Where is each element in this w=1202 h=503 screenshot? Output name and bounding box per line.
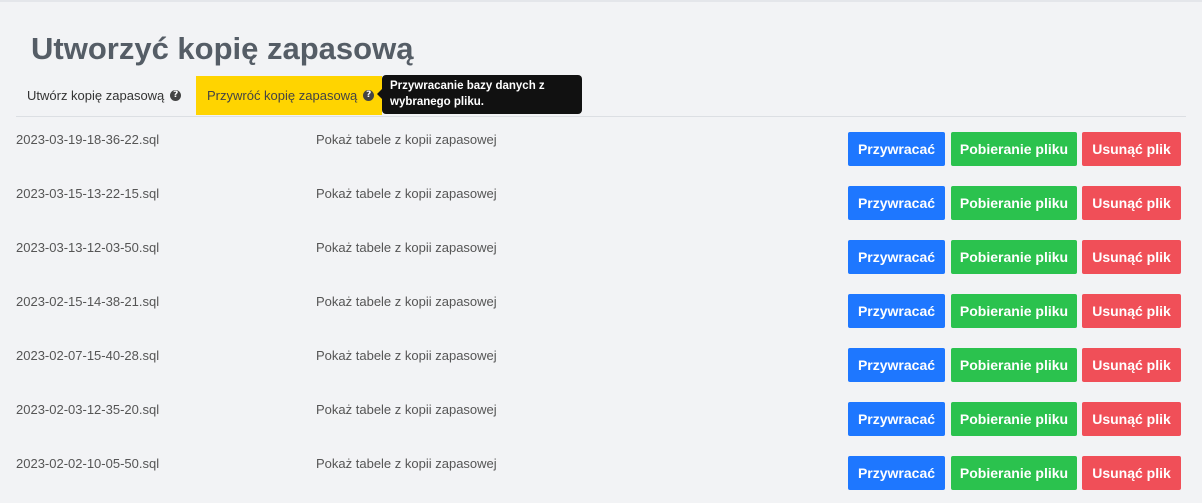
download-file-button[interactable]: Pobieranie pliku	[951, 456, 1077, 490]
show-tables-link[interactable]: Pokaż tabele z kopii zapasowej	[316, 402, 497, 417]
top-divider	[0, 0, 1202, 2]
backup-row: 2023-03-15-13-22-15.sql Pokaż tabele z ko…	[0, 171, 1202, 225]
show-tables-link[interactable]: Pokaż tabele z kopii zapasowej	[316, 186, 497, 201]
delete-file-button[interactable]: Usunąć plik	[1082, 186, 1181, 220]
restore-button[interactable]: Przywracać	[848, 402, 945, 436]
download-file-button[interactable]: Pobieranie pliku	[951, 240, 1077, 274]
restore-button[interactable]: Przywracać	[848, 294, 945, 328]
show-tables-link[interactable]: Pokaż tabele z kopii zapasowej	[316, 294, 497, 309]
backup-row: 2023-02-03-12-35-20.sql Pokaż tabele z ko…	[0, 387, 1202, 441]
download-file-button[interactable]: Pobieranie pliku	[951, 348, 1077, 382]
restore-help-tooltip: Przywracanie bazy danych z wybranego pli…	[377, 75, 582, 114]
tab-restore-backup-label: Przywróć kopię zapasową	[207, 88, 358, 103]
show-tables-link[interactable]: Pokaż tabele z kopii zapasowej	[316, 348, 497, 363]
tab-restore-backup[interactable]: Przywróć kopię zapasową ?	[196, 76, 382, 115]
backup-row: 2023-02-02-10-05-50.sql Pokaż tabele z ko…	[0, 441, 1202, 495]
restore-button[interactable]: Przywracać	[848, 132, 945, 166]
backup-file-name: 2023-03-13-12-03-50.sql	[16, 240, 160, 255]
tooltip-line-2: wybranego pliku.	[390, 96, 484, 108]
backup-row: 2023-02-15-14-38-21.sql Pokaż tabele z ko…	[0, 279, 1202, 333]
delete-file-button[interactable]: Usunąć plik	[1082, 348, 1181, 382]
tab-bar: Utwórz kopię zapasową ? Przywróć kopię z…	[16, 76, 1186, 117]
show-tables-link[interactable]: Pokaż tabele z kopii zapasowej	[316, 132, 497, 147]
backup-row: 2023-03-13-12-03-50.sql Pokaż tabele z ko…	[0, 225, 1202, 279]
delete-file-button[interactable]: Usunąć plik	[1082, 294, 1181, 328]
backup-file-name: 2023-02-15-14-38-21.sql	[16, 294, 160, 309]
restore-button[interactable]: Przywracać	[848, 456, 945, 490]
backup-file-name: 2023-02-03-12-35-20.sql	[16, 402, 160, 417]
restore-button[interactable]: Przywracać	[848, 348, 945, 382]
download-file-button[interactable]: Pobieranie pliku	[951, 402, 1077, 436]
backup-file-name: 2023-02-07-15-40-28.sql	[16, 348, 160, 363]
download-file-button[interactable]: Pobieranie pliku	[951, 294, 1077, 328]
show-tables-link[interactable]: Pokaż tabele z kopii zapasowej	[316, 240, 497, 255]
question-circle-icon[interactable]: ?	[363, 90, 375, 101]
backup-list: 2023-03-19-18-36-22.sql Pokaż tabele z ko…	[0, 117, 1202, 495]
delete-file-button[interactable]: Usunąć plik	[1082, 456, 1181, 490]
backup-file-name: 2023-03-15-13-22-15.sql	[16, 186, 160, 201]
delete-file-button[interactable]: Usunąć plik	[1082, 132, 1181, 166]
delete-file-button[interactable]: Usunąć plik	[1082, 402, 1181, 436]
page-title: Utworzyć kopię zapasową	[31, 31, 414, 66]
backup-row: 2023-03-19-18-36-22.sql Pokaż tabele z ko…	[0, 117, 1202, 171]
tab-create-backup-label: Utwórz kopię zapasową	[27, 88, 165, 103]
download-file-button[interactable]: Pobieranie pliku	[951, 132, 1077, 166]
delete-file-button[interactable]: Usunąć plik	[1082, 240, 1181, 274]
backup-file-name: 2023-03-19-18-36-22.sql	[16, 132, 160, 147]
question-circle-icon[interactable]: ?	[170, 90, 182, 101]
restore-button[interactable]: Przywracać	[848, 186, 945, 220]
tooltip-line-1: Przywracanie bazy danych z	[390, 80, 545, 92]
tab-create-backup[interactable]: Utwórz kopię zapasową ?	[16, 76, 194, 115]
restore-button[interactable]: Przywracać	[848, 240, 945, 274]
backup-file-name: 2023-02-02-10-05-50.sql	[16, 456, 160, 471]
show-tables-link[interactable]: Pokaż tabele z kopii zapasowej	[316, 456, 497, 471]
backup-row: 2023-02-07-15-40-28.sql Pokaż tabele z ko…	[0, 333, 1202, 387]
download-file-button[interactable]: Pobieranie pliku	[951, 186, 1077, 220]
